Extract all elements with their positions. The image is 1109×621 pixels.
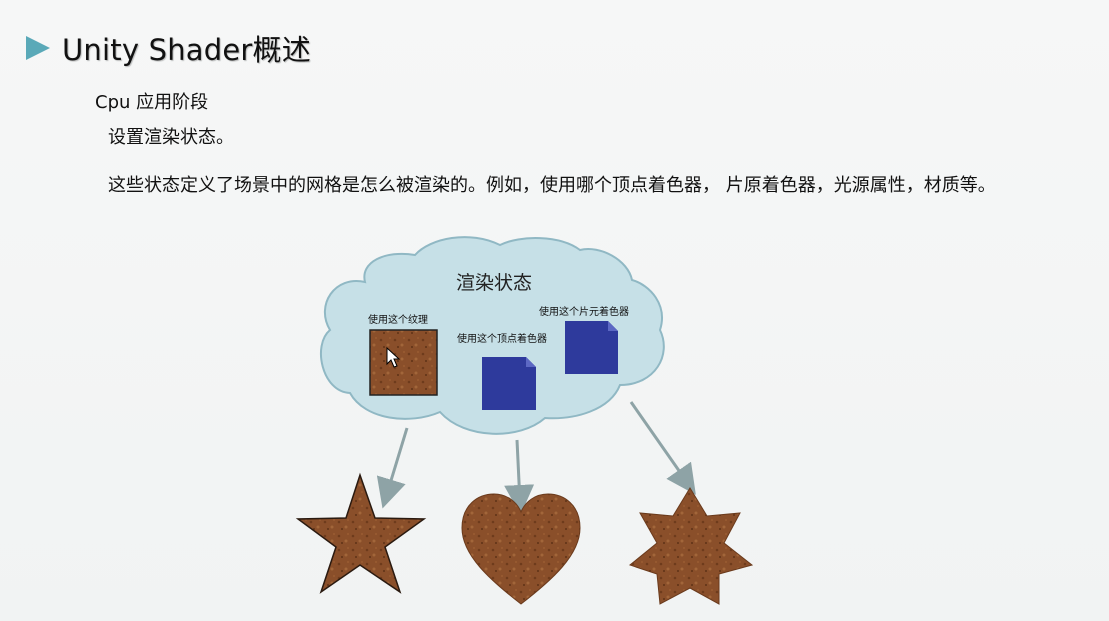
cloud-label: 渲染状态 xyxy=(456,272,532,294)
render-state-diagram: 渲染状态 使用这个纹理 使用这个片元着色器 使用这个顶点着色器 xyxy=(295,236,754,605)
hexagram-icon xyxy=(628,487,754,605)
slide: Unity Shader概述 Cpu 应用阶段 设置渲染状态。 这些状态定义了场… xyxy=(0,0,1109,621)
arrow-to-star xyxy=(376,427,409,509)
arrow-to-heart xyxy=(504,439,535,515)
heart-icon xyxy=(461,493,581,605)
arrow-to-hexagram xyxy=(629,401,696,495)
fragment-shader-label: 使用这个片元着色器 xyxy=(539,305,629,318)
star-icon xyxy=(295,472,427,594)
texture-label: 使用这个纹理 xyxy=(368,313,428,326)
texture-swatch xyxy=(369,329,438,396)
vertex-shader-label: 使用这个顶点着色器 xyxy=(457,332,547,345)
